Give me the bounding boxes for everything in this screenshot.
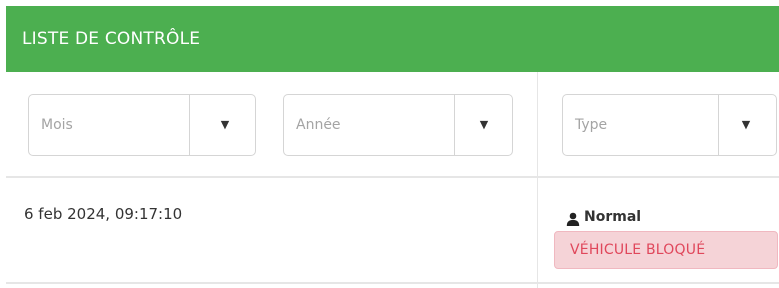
- status-badge: VÉHICULE BLOQUÉ: [554, 231, 778, 269]
- chevron-down-icon[interactable]: ▼: [456, 95, 512, 155]
- chevron-down-icon[interactable]: ▼: [718, 95, 774, 155]
- filters-row: Mois ▼ Année ▼ Type ▼: [6, 72, 779, 178]
- year-select[interactable]: Année ▼: [283, 94, 513, 156]
- type-select[interactable]: Type ▼: [562, 94, 777, 156]
- month-select-placeholder: Mois: [41, 117, 73, 133]
- status-badge-text: VÉHICULE BLOQUÉ: [570, 242, 706, 258]
- panel-header: LISTE DE CONTRÔLE: [6, 6, 779, 72]
- month-select-divider: [189, 95, 190, 155]
- control-list-panel: LISTE DE CONTRÔLE Mois ▼ Année ▼ Type ▼ …: [6, 6, 779, 288]
- type-select-placeholder: Type: [575, 117, 608, 133]
- chevron-down-icon[interactable]: ▼: [197, 95, 253, 155]
- user-type-label: Normal: [584, 209, 642, 225]
- row-date: 6 feb 2024, 09:17:10: [24, 205, 183, 223]
- table-row: 6 feb 2024, 09:17:10 Normal VÉHICULE BLO…: [6, 178, 779, 284]
- year-select-placeholder: Année: [296, 117, 341, 133]
- user-icon: [566, 212, 580, 226]
- year-select-divider: [454, 95, 455, 155]
- month-select[interactable]: Mois ▼: [28, 94, 256, 156]
- page-title: LISTE DE CONTRÔLE: [22, 29, 201, 49]
